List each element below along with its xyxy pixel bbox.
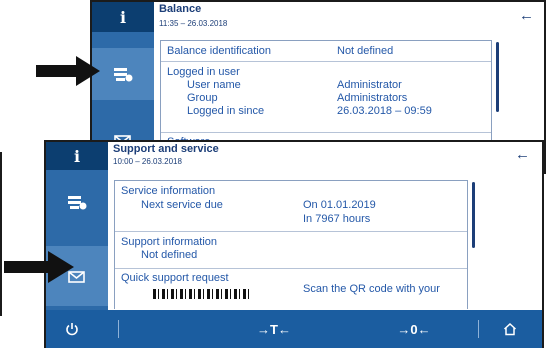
list-item[interactable]: Quick support request Scan the QR code w…: [115, 269, 467, 309]
page-title: Balance: [159, 3, 202, 15]
page-subtitle: 10:00 – 26.03.2018: [113, 157, 182, 166]
row-heading: Logged in user: [167, 66, 240, 78]
list-item[interactable]: Service information Next service due On …: [115, 181, 467, 232]
row-label: Logged in since: [187, 105, 265, 117]
divider: [118, 320, 119, 338]
row-heading: Quick support request: [121, 272, 229, 284]
bottom-bar: →T← →0←: [46, 310, 542, 348]
pointer-arrow-icon: [4, 251, 74, 283]
frame-edge: [0, 152, 2, 316]
back-arrow-icon[interactable]: ←: [519, 7, 534, 24]
row-label: Balance identification: [167, 45, 271, 57]
tare-button[interactable]: →T←: [232, 310, 316, 348]
sidebar: i: [46, 142, 108, 310]
support-screen: i Support and service 10:00 – 26.03.2018…: [44, 140, 544, 348]
row-value: Administrators: [337, 92, 408, 104]
row-heading: Service information: [121, 185, 216, 197]
row-value: In 7967 hours: [303, 213, 371, 225]
pointer-arrow-icon: [36, 56, 100, 86]
row-value: Not defined: [337, 45, 394, 57]
info-panel: Service information Next service due On …: [114, 180, 468, 309]
scrollbar[interactable]: [472, 182, 475, 248]
power-button[interactable]: [56, 310, 88, 348]
zero-button[interactable]: →0←: [372, 310, 456, 348]
home-icon: [503, 322, 517, 336]
row-value: Not defined: [141, 249, 198, 261]
row-hint: Scan the QR code with your: [303, 283, 440, 295]
list-item[interactable]: Support information Not defined: [115, 232, 467, 269]
info-icon[interactable]: i: [92, 2, 154, 32]
balance-icon: [114, 68, 133, 82]
title-bar: Balance 11:35 – 26.03.2018 ←: [154, 2, 544, 34]
list-item[interactable]: Logged in user User name Administrator G…: [161, 62, 491, 133]
row-value: Administrator: [337, 79, 402, 91]
row-value: On 01.01.2019: [303, 199, 376, 211]
balance-icon: [68, 196, 87, 210]
row-label: Next service due: [141, 199, 223, 211]
divider: [478, 320, 479, 338]
list-item[interactable]: Balance identification Not defined: [161, 41, 491, 62]
row-label: Group: [187, 92, 218, 104]
power-icon: [66, 323, 78, 336]
row-heading: Support information: [121, 236, 217, 248]
home-button[interactable]: [492, 310, 528, 348]
info-icon[interactable]: i: [46, 142, 108, 170]
scrollbar[interactable]: [496, 42, 499, 112]
qr-code: [153, 289, 249, 299]
row-label: User name: [187, 79, 241, 91]
page-title: Support and service: [113, 143, 219, 155]
sidebar-item-balance[interactable]: [92, 48, 154, 100]
title-bar: Support and service 10:00 – 26.03.2018 ←: [108, 142, 542, 172]
row-value: 26.03.2018 – 09:59: [337, 105, 432, 117]
page-subtitle: 11:35 – 26.03.2018: [159, 19, 228, 28]
sidebar-item-balance[interactable]: [46, 178, 108, 226]
back-arrow-icon[interactable]: ←: [515, 146, 530, 163]
